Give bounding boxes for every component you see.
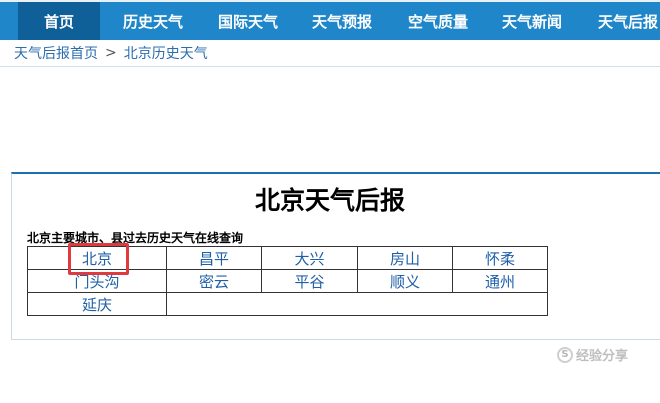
watermark: S 经验分享 [557, 345, 628, 364]
city-cell[interactable]: 昌平 [166, 246, 262, 270]
city-link-shunyi[interactable]: 顺义 [390, 273, 420, 291]
city-cell[interactable]: 怀柔 [452, 246, 548, 270]
city-cell[interactable]: 大兴 [261, 246, 358, 270]
city-link-miyun[interactable]: 密云 [199, 273, 229, 291]
nav-item-international-weather[interactable]: 国际天气 [208, 2, 288, 40]
table-row: 延庆 [27, 292, 548, 316]
nav-item-weather-forecast[interactable]: 天气预报 [302, 2, 382, 40]
city-link-yanqing[interactable]: 延庆 [82, 296, 112, 314]
breadcrumb-current-link[interactable]: 北京历史天气 [124, 43, 208, 63]
nav-item-home[interactable]: 首页 [18, 2, 100, 40]
city-cell[interactable]: 顺义 [357, 269, 453, 293]
watermark-text: 经验分享 [576, 349, 629, 364]
nav-item-weather-archive[interactable]: 天气后报 [588, 2, 660, 40]
nav-item-history-weather[interactable]: 历史天气 [113, 2, 193, 40]
city-link-mentougou[interactable]: 门头沟 [74, 273, 119, 291]
city-cell[interactable]: 平谷 [261, 269, 358, 293]
city-cell[interactable]: 房山 [357, 246, 453, 270]
city-link-tongzhou[interactable]: 通州 [485, 273, 515, 291]
city-cell[interactable]: 通州 [452, 269, 548, 293]
watermark-logo-icon: S [557, 346, 573, 363]
top-nav: 首页 历史天气 国际天气 天气预报 空气质量 天气新闻 天气后报 [0, 0, 660, 40]
breadcrumb: 天气后报首页 > 北京历史天气 [14, 42, 208, 64]
breadcrumb-divider [0, 66, 660, 67]
city-cell[interactable]: 密云 [166, 269, 262, 293]
nav-item-air-quality[interactable]: 空气质量 [398, 2, 478, 40]
section-subtitle: 北京主要城市、县过去历史天气在线查询 [27, 231, 244, 245]
breadcrumb-home-link[interactable]: 天气后报首页 [14, 43, 98, 63]
city-cell[interactable]: 延庆 [27, 292, 167, 316]
empty-cell [166, 292, 548, 316]
highlight-box [68, 243, 129, 275]
city-link-changping[interactable]: 昌平 [199, 250, 229, 268]
page-title: 北京天气后报 [254, 186, 405, 215]
city-link-daxing[interactable]: 大兴 [294, 250, 324, 268]
city-link-huairou[interactable]: 怀柔 [485, 250, 515, 268]
city-link-fangshan[interactable]: 房山 [390, 250, 420, 268]
nav-item-weather-news[interactable]: 天气新闻 [492, 2, 572, 40]
breadcrumb-separator: > [105, 45, 117, 61]
city-link-pinggu[interactable]: 平谷 [294, 273, 324, 291]
